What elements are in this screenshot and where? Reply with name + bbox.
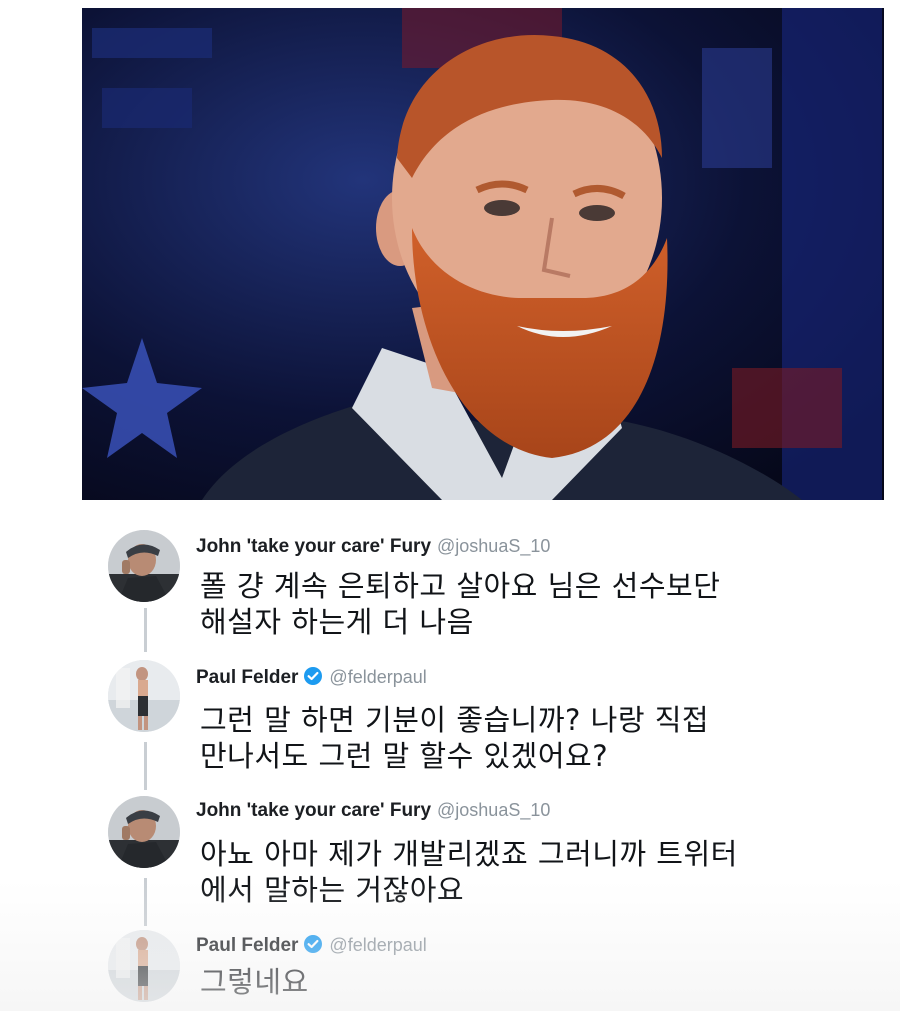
screenshot-page: John 'take your care' Fury @joshuaS_10 폴 …: [0, 0, 900, 1011]
display-name[interactable]: Paul Felder: [196, 667, 298, 688]
tweet-text-line: 그렇네요: [200, 965, 309, 999]
tweet-text: 그렇네요: [200, 964, 309, 1000]
tweet-text: 폴 걍 계속 은퇴하고 살아요 님은 선수보단 해설자 하는게 더 나음: [200, 568, 720, 640]
tweet-text: 아뇨 아마 제가 개발리겠죠 그러니까 트위터 에서 말하는 거잖아요: [200, 836, 738, 908]
tweet[interactable]: Paul Felder @felderpaul 그런 말 하면 기분이 좋습니까?…: [82, 660, 884, 786]
user-avatar-icon: [108, 660, 180, 732]
tweet-header: John 'take your care' Fury @joshuaS_10: [196, 800, 550, 826]
tweet-text-line: 아뇨 아마 제가 개발리겠죠 그러니까 트위터: [200, 837, 738, 871]
tweet-header: Paul Felder @felderpaul: [196, 934, 427, 960]
display-name[interactable]: Paul Felder: [196, 935, 298, 956]
display-name[interactable]: John 'take your care' Fury: [196, 536, 431, 557]
tweet[interactable]: John 'take your care' Fury @joshuaS_10 폴 …: [82, 530, 884, 646]
user-handle[interactable]: @felderpaul: [329, 667, 426, 687]
user-avatar-icon: [108, 796, 180, 868]
tweet-header: Paul Felder @felderpaul: [196, 666, 427, 692]
tweet-text-line: 그런 말 하면 기분이 좋습니까? 나랑 직접: [200, 703, 710, 737]
avatar[interactable]: [108, 796, 180, 868]
display-name[interactable]: John 'take your care' Fury: [196, 800, 431, 821]
tweet-header: John 'take your care' Fury @joshuaS_10: [196, 536, 550, 562]
tweet[interactable]: John 'take your care' Fury @joshuaS_10 아뇨…: [82, 796, 884, 920]
avatar[interactable]: [108, 930, 180, 1002]
tweet-text-line: 만나서도 그런 말 할수 있겠어요?: [200, 739, 609, 773]
fighter-portrait-photo: [82, 8, 884, 500]
avatar[interactable]: [108, 530, 180, 602]
user-handle[interactable]: @joshuaS_10: [437, 536, 550, 556]
user-avatar-icon: [108, 530, 180, 602]
verified-badge-icon: [304, 935, 323, 953]
portrait-illustration: [82, 8, 884, 500]
user-handle[interactable]: @joshuaS_10: [437, 800, 550, 820]
avatar[interactable]: [108, 660, 180, 732]
user-handle[interactable]: @felderpaul: [329, 935, 426, 955]
user-avatar-icon: [108, 930, 180, 1002]
tweet-text-line: 해설자 하는게 더 나음: [200, 605, 474, 639]
tweet-thread: John 'take your care' Fury @joshuaS_10 폴 …: [82, 500, 884, 1011]
tweet-text: 그런 말 하면 기분이 좋습니까? 나랑 직접 만나서도 그런 말 할수 있겠어…: [200, 702, 709, 774]
tweet-text-line: 에서 말하는 거잖아요: [200, 873, 465, 907]
tweet[interactable]: Paul Felder @felderpaul 그렇네요: [82, 930, 884, 1010]
verified-badge-icon: [304, 667, 323, 685]
tweet-text-line: 폴 걍 계속 은퇴하고 살아요 님은 선수보단: [200, 569, 721, 603]
